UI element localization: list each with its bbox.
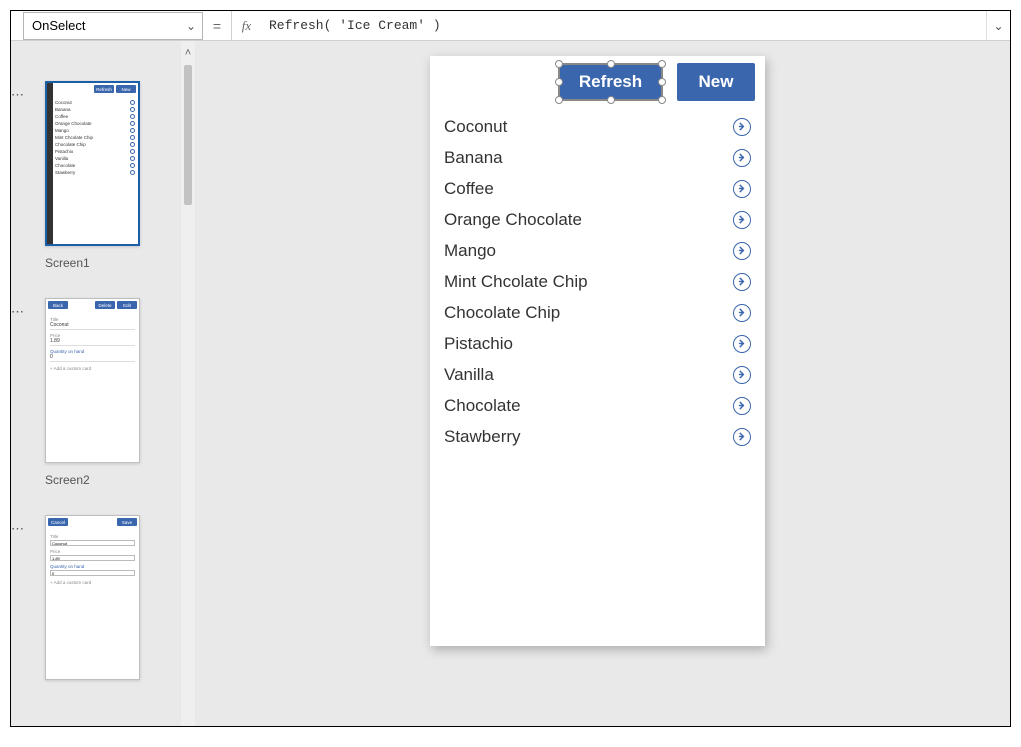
more-icon[interactable]: ⋯	[11, 304, 25, 320]
resize-handle[interactable]	[555, 78, 563, 86]
screen-label: Screen1	[45, 256, 181, 270]
list-item-label: Coconut	[444, 117, 507, 137]
arrow-right-icon[interactable]	[733, 242, 751, 260]
scroll-thumb[interactable]	[184, 65, 192, 205]
arrow-right-icon[interactable]	[733, 149, 751, 167]
refresh-button-label: Refresh	[579, 72, 642, 92]
arrow-right-icon[interactable]	[733, 428, 751, 446]
list-item[interactable]: Chocolate Chip	[444, 297, 751, 328]
list-item-label: Mint Chcolate Chip	[444, 272, 588, 292]
arrow-right-icon[interactable]	[733, 304, 751, 322]
equals-label: =	[203, 18, 231, 34]
list-item[interactable]: Coffee	[444, 173, 751, 204]
screen-thumbnail-1[interactable]: ⋯ Refresh New CoconutBananaCoffeeOrange …	[27, 81, 181, 270]
list-item-label: Orange Chocolate	[444, 210, 582, 230]
arrow-right-icon[interactable]	[733, 397, 751, 415]
list-item[interactable]: Coconut	[444, 111, 751, 142]
thumb-list-item: Chocolate	[55, 162, 138, 169]
list-item[interactable]: Vanilla	[444, 359, 751, 390]
arrow-right-icon[interactable]	[733, 118, 751, 136]
formula-bar: OnSelect ⌄ = fx ⌄	[11, 11, 1010, 41]
list-item[interactable]: Stawberry	[444, 421, 751, 452]
list-item[interactable]: Orange Chocolate	[444, 204, 751, 235]
list-item-label: Mango	[444, 241, 496, 261]
scroll-up-icon[interactable]: ˄	[181, 47, 195, 59]
arrow-right-icon[interactable]	[733, 335, 751, 353]
list-item-label: Chocolate Chip	[444, 303, 560, 323]
gallery: Coconut Banana Coffee Orange Chocolate Mango…	[430, 105, 765, 452]
thumb-refresh-button: Refresh	[94, 85, 114, 93]
thumb-delete-button: Delete	[95, 301, 115, 309]
thumb-edit-button: Edit	[117, 301, 137, 309]
list-item-label: Stawberry	[444, 427, 521, 447]
arrow-right-icon[interactable]	[733, 366, 751, 384]
fx-icon: fx	[231, 11, 261, 40]
thumb-list-item: Vanilla	[55, 155, 138, 162]
arrow-right-icon[interactable]	[733, 273, 751, 291]
thumb-list-item: Orange Chocolate	[55, 120, 138, 127]
thumb-list-item: Coffee	[55, 113, 138, 120]
resize-handle[interactable]	[658, 96, 666, 104]
formula-input[interactable]	[261, 11, 986, 40]
resize-handle[interactable]	[658, 60, 666, 68]
list-item[interactable]: Pistachio	[444, 328, 751, 359]
thumb-list-item: Mint Chcolate Chip	[55, 134, 138, 141]
chevron-down-icon: ⌄	[186, 19, 196, 33]
screen-thumbnail-2[interactable]: ⋯ Back Delete Edit Title Coconut Price 1…	[27, 298, 181, 487]
list-item-label: Chocolate	[444, 396, 521, 416]
list-item-label: Pistachio	[444, 334, 513, 354]
refresh-button[interactable]: Refresh	[558, 63, 663, 101]
resize-handle[interactable]	[607, 96, 615, 104]
new-button[interactable]: New	[677, 63, 755, 101]
thumb-back-button: Back	[48, 301, 68, 309]
thumb-cancel-button: Cancel	[48, 518, 68, 526]
thumb-list-item: Banana	[55, 106, 138, 113]
list-item-label: Coffee	[444, 179, 494, 199]
resize-handle[interactable]	[555, 96, 563, 104]
property-selector[interactable]: OnSelect ⌄	[23, 12, 203, 40]
list-item[interactable]: Mango	[444, 235, 751, 266]
thumb-save-button: Save	[117, 518, 137, 526]
list-item[interactable]: Banana	[444, 142, 751, 173]
property-selector-value: OnSelect	[32, 18, 85, 33]
more-icon[interactable]: ⋯	[11, 87, 25, 103]
thumb-list-item: Stawberry	[55, 169, 138, 176]
thumb-new-button: New	[116, 85, 136, 93]
arrow-right-icon[interactable]	[733, 211, 751, 229]
more-icon[interactable]: ⋯	[11, 521, 25, 537]
list-item-label: Banana	[444, 148, 503, 168]
resize-handle[interactable]	[658, 78, 666, 86]
resize-handle[interactable]	[555, 60, 563, 68]
list-item-label: Vanilla	[444, 365, 494, 385]
thumb-list-item: Coconut	[55, 99, 138, 106]
screen-label: Screen2	[45, 473, 181, 487]
new-button-label: New	[699, 72, 734, 92]
thumb-list-item: Pistachio	[55, 148, 138, 155]
design-canvas: Refresh New CoconutBananaCoffeeOra	[195, 41, 1010, 726]
arrow-right-icon[interactable]	[733, 180, 751, 198]
app-preview: Refresh New CoconutBananaCoffeeOra	[430, 56, 765, 646]
list-item[interactable]: Mint Chcolate Chip	[444, 266, 751, 297]
resize-handle[interactable]	[607, 60, 615, 68]
thumb-list-item: Chocolate Chip	[55, 141, 138, 148]
screens-panel: ⋯ Refresh New CoconutBananaCoffeeOrange …	[11, 41, 181, 726]
screen-thumbnail-3[interactable]: ⋯ Cancel Save Title Coconut Price 1.89 Q…	[27, 515, 181, 680]
formula-expand-button[interactable]: ⌄	[986, 11, 1010, 40]
chevron-down-icon: ⌄	[993, 19, 1003, 33]
scrollbar[interactable]: ˄	[181, 41, 195, 726]
list-item[interactable]: Chocolate	[444, 390, 751, 421]
thumb-list-item: Mango	[55, 127, 138, 134]
